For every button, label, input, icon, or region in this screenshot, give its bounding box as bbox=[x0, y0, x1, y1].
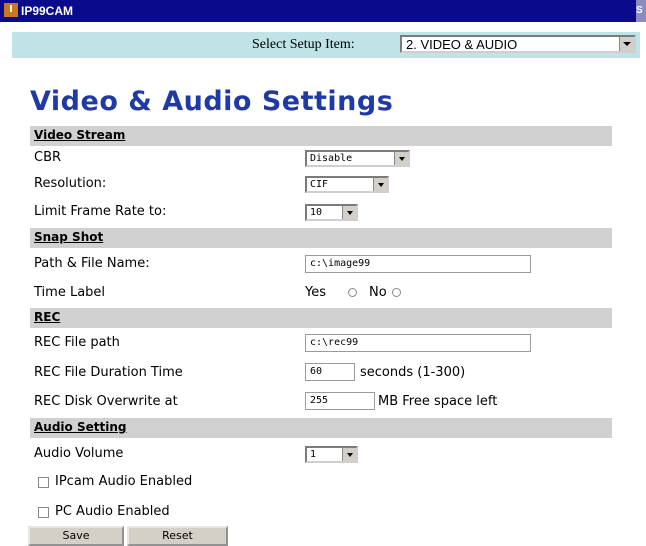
section-heading: REC bbox=[34, 310, 61, 324]
pc-audio-label: PC Audio Enabled bbox=[55, 504, 170, 519]
section-heading: Audio Setting bbox=[34, 420, 127, 434]
setup-item-label: Select Setup Item: bbox=[252, 37, 355, 52]
frame-rate-label: Limit Frame Rate to: bbox=[34, 204, 167, 219]
path-file-name-label: Path & File Name: bbox=[34, 256, 150, 271]
rec-duration-suffix: seconds (1-300) bbox=[360, 365, 466, 380]
cbr-label: CBR bbox=[34, 150, 62, 165]
ipcam-audio-label: IPcam Audio Enabled bbox=[55, 474, 193, 489]
time-label-no-radio[interactable] bbox=[392, 288, 401, 297]
app-title: IP99CAM bbox=[21, 4, 74, 18]
time-label-no-label: No bbox=[369, 285, 387, 300]
setup-bar: Select Setup Item: 2. VIDEO & AUDIO bbox=[12, 32, 640, 58]
cbr-select[interactable]: Disable bbox=[305, 150, 410, 167]
page-title: Video & Audio Settings bbox=[30, 86, 394, 117]
rec-path-input[interactable]: c:\rec99 bbox=[305, 334, 531, 352]
audio-volume-label: Audio Volume bbox=[34, 446, 124, 461]
rec-duration-input[interactable]: 60 bbox=[305, 363, 355, 381]
rec-overwrite-suffix: MB Free space left bbox=[378, 394, 498, 409]
chevron-down-icon[interactable] bbox=[342, 206, 356, 219]
chevron-down-icon[interactable] bbox=[373, 178, 387, 191]
setup-item-select[interactable]: 2. VIDEO & AUDIO bbox=[400, 35, 636, 53]
save-button[interactable]: Save bbox=[28, 526, 124, 546]
section-heading: Snap Shot bbox=[34, 230, 104, 244]
reset-button[interactable]: Reset bbox=[127, 526, 228, 546]
setup-item-value: 2. VIDEO & AUDIO bbox=[406, 37, 518, 52]
resolution-select[interactable]: CIF bbox=[305, 176, 389, 193]
chevron-down-icon[interactable] bbox=[394, 152, 408, 165]
section-audio-setting: Audio Setting bbox=[30, 418, 612, 438]
section-video-stream: Video Stream bbox=[30, 126, 612, 146]
app-logo-icon: I bbox=[4, 3, 18, 17]
snapshot-path-input[interactable]: c:\image99 bbox=[305, 255, 531, 273]
rec-duration-label: REC File Duration Time bbox=[34, 365, 183, 380]
window-edge-button[interactable]: S bbox=[636, 0, 646, 22]
time-label-label: Time Label bbox=[34, 285, 106, 300]
cbr-value: Disable bbox=[310, 153, 353, 164]
resolution-label: Resolution: bbox=[34, 176, 107, 191]
rec-overwrite-label: REC Disk Overwrite at bbox=[34, 394, 178, 409]
time-label-yes-radio[interactable] bbox=[348, 288, 357, 297]
ipcam-audio-checkbox[interactable] bbox=[38, 477, 49, 488]
resolution-value: CIF bbox=[310, 179, 329, 190]
audio-volume-value: 1 bbox=[310, 449, 317, 460]
rec-file-path-label: REC File path bbox=[34, 335, 120, 350]
time-label-yes-label: Yes bbox=[305, 285, 326, 300]
rec-overwrite-input[interactable]: 255 bbox=[305, 392, 375, 410]
section-rec: REC bbox=[30, 308, 612, 328]
frame-rate-select[interactable]: 10 bbox=[305, 204, 358, 221]
section-snap-shot: Snap Shot bbox=[30, 228, 612, 248]
section-heading: Video Stream bbox=[34, 128, 126, 142]
chevron-down-icon[interactable] bbox=[342, 448, 356, 461]
frame-rate-value: 10 bbox=[310, 207, 323, 218]
audio-volume-select[interactable]: 1 bbox=[305, 446, 358, 463]
title-bar: I IP99CAM S bbox=[0, 0, 646, 22]
pc-audio-checkbox[interactable] bbox=[38, 507, 49, 518]
chevron-down-icon[interactable] bbox=[619, 37, 634, 51]
